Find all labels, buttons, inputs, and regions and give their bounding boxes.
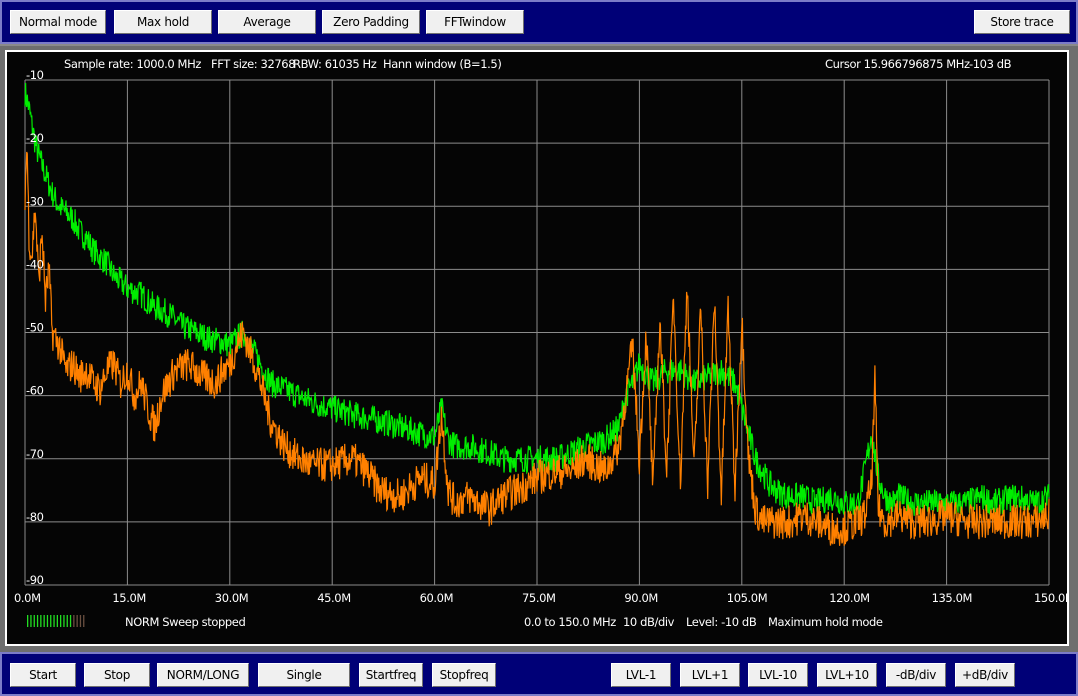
fft-window-button[interactable]: FFTwindow [426,10,524,34]
norm-long-button[interactable]: NORM/LONG [157,663,249,687]
progress-segment [66,615,68,627]
progress-segment [50,615,52,627]
bottom-toolbar: Start Stop NORM/LONG Single Startfreq St… [0,652,1078,696]
progress-segment [30,615,32,627]
mode-label: Maximum hold mode [768,615,883,629]
x-tick-label: 15.0M [112,591,146,605]
cursor-frequency-label: Cursor 15.966796875 MHz [825,57,970,71]
scale-label: 10 dB/div [623,615,675,629]
progress-segment [27,615,29,627]
x-tick-label: 75.0M [522,591,556,605]
lvl-minus-10-button[interactable]: LVL-10 [748,663,808,687]
progress-segment [40,615,42,627]
lvl-plus-10-button[interactable]: LVL+10 [817,663,877,687]
y-tick-label: -40 [26,257,44,271]
progress-segment [43,615,45,627]
x-tick-label: 90.0M [624,591,658,605]
x-tick-label: 150.0M [1034,591,1067,605]
progress-segment [46,615,49,627]
y-tick-label: -20 [26,131,44,145]
progress-segment [33,615,35,627]
spectrum-display[interactable]: -10 -20 -30 -40 -50 -60 -70 -80 -90 0.0M 15.0M 30.0… [5,50,1069,646]
x-tick-label: 30.0M [215,591,249,605]
progress-segment [60,615,62,627]
tick-labels: -10 -20 -30 -40 -50 -60 -70 -80 -90 0.0M 15.0M 30.0… [14,68,1067,605]
top-toolbar: Normal mode Max hold Average Zero Paddin… [0,0,1078,44]
x-tick-label: 120.0M [829,591,869,605]
plus-db-div-button[interactable]: +dB/div [955,663,1015,687]
stop-button[interactable]: Stop [84,663,150,687]
lvl-plus-1-button[interactable]: LVL+1 [680,663,740,687]
normal-mode-button[interactable]: Normal mode [10,10,106,34]
x-tick-label: 60.0M [420,591,454,605]
y-tick-label: -80 [26,510,44,524]
startfreq-button[interactable]: Startfreq [359,663,423,687]
y-tick-label: -90 [26,573,44,587]
lvl-minus-1-button[interactable]: LVL-1 [611,663,671,687]
cursor-level-label: -103 dB [969,57,1012,71]
progress-segment [63,615,65,627]
stopfreq-button[interactable]: Stopfreq [432,663,496,687]
y-tick-label: -50 [26,321,44,335]
x-tick-label: 45.0M [317,591,351,605]
y-tick-label: -30 [26,194,44,208]
progress-segment [69,615,72,627]
x-tick-label: 105.0M [727,591,767,605]
progress-segment [36,615,39,627]
start-button[interactable]: Start [10,663,76,687]
progress-segment [76,615,78,627]
rbw-label: RBW: 61035 Hz [293,57,377,71]
level-label: Level: -10 dB [686,615,757,629]
progress-segment [56,615,58,627]
span-label: 0.0 to 150.0 MHz [524,615,616,629]
progress-segment [73,615,75,627]
max-hold-button[interactable]: Max hold [114,10,212,34]
y-tick-label: -60 [26,384,44,398]
chart-panel: -10 -20 -30 -40 -50 -60 -70 -80 -90 0.0M 15.0M 30.0… [0,44,1078,652]
minus-db-div-button[interactable]: -dB/div [886,663,946,687]
sweep-progress-indicator [27,615,85,627]
progress-segment [53,615,55,627]
progress-segment [79,615,82,627]
sweep-status-label: NORM Sweep stopped [125,615,245,629]
spectrum-chart[interactable]: -10 -20 -30 -40 -50 -60 -70 -80 -90 0.0M 15.0M 30.0… [7,52,1067,644]
y-tick-label: -70 [26,447,44,461]
sample-rate-label: Sample rate: 1000.0 MHz [64,57,201,71]
x-tick-label: 135.0M [932,591,972,605]
fft-size-label: FFT size: 32768 [211,57,295,71]
single-button[interactable]: Single [258,663,350,687]
average-button[interactable]: Average [218,10,316,34]
progress-segment [83,615,85,627]
y-tick-label: -10 [26,68,44,82]
x-tick-label: 0.0M [14,591,41,605]
store-trace-button[interactable]: Store trace [974,10,1070,34]
window-label: Hann window (B=1.5) [383,57,501,71]
zero-padding-button[interactable]: Zero Padding [322,10,420,34]
